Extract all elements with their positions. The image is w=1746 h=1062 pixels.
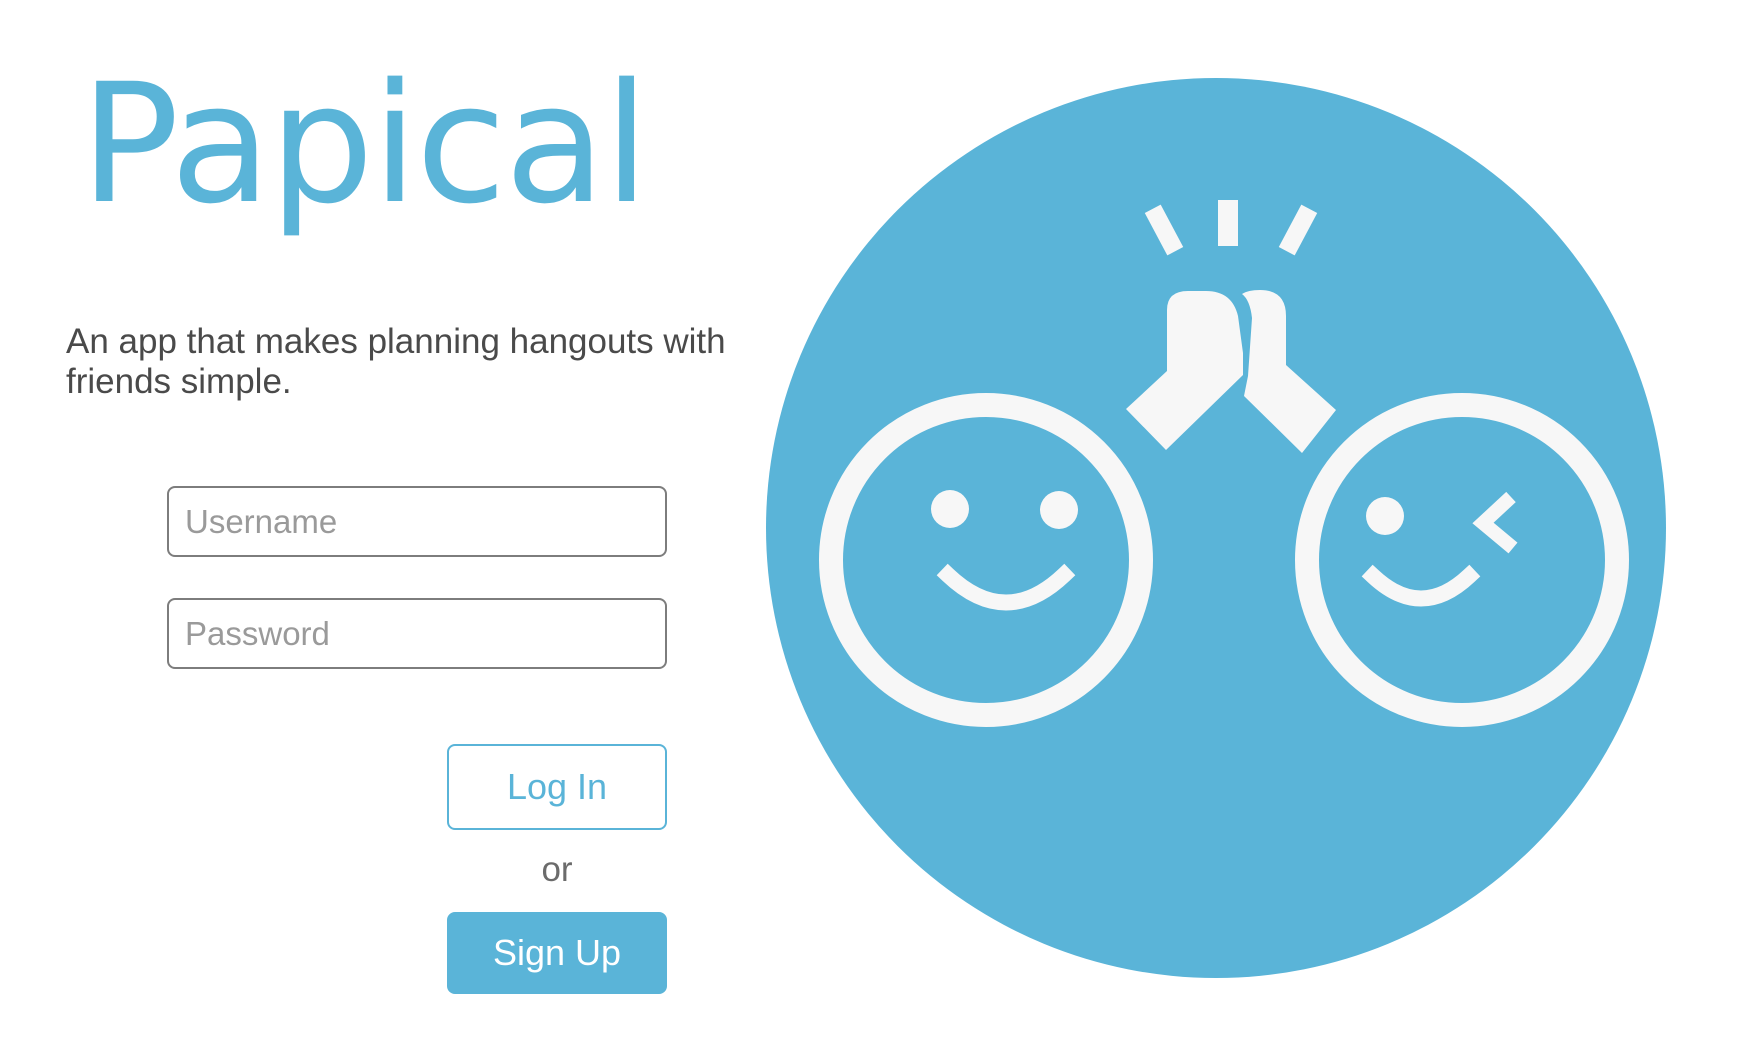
signup-button[interactable]: Sign Up [447,912,667,994]
or-separator: or [541,850,573,889]
username-input[interactable] [167,486,667,557]
password-input[interactable] [167,598,667,669]
logo-background-circle [766,78,1666,978]
app-tagline: An app that makes planning hangouts with… [66,322,726,401]
login-button[interactable]: Log In [447,744,667,830]
app-title: Papical [80,48,649,240]
high-five-logo-icon [766,78,1666,978]
